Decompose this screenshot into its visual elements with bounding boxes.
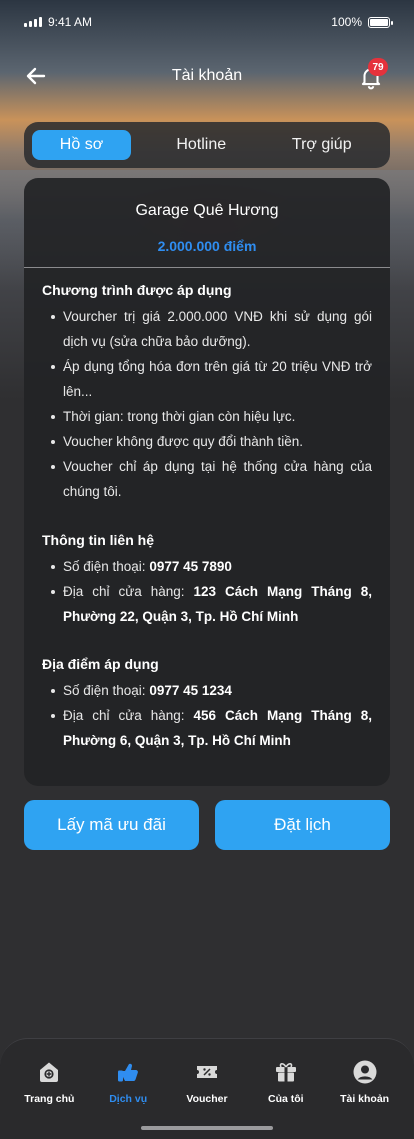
get-voucher-code-button[interactable]: Lấy mã ưu đãi <box>24 800 199 850</box>
battery-icon <box>368 16 393 28</box>
program-item: Thời gian: trong thời gian còn hiệu lực. <box>42 404 372 429</box>
contact-address: Địa chỉ cửa hàng: 123 Cách Mạng Tháng 8,… <box>42 579 372 629</box>
back-arrow-icon[interactable] <box>24 64 48 88</box>
location-title: Địa điểm áp dụng <box>42 656 159 672</box>
location-list: Số điện thoại: 0977 45 1234 Địa chỉ cửa … <box>42 678 372 753</box>
book-appointment-button[interactable]: Đặt lịch <box>215 800 390 850</box>
nav-item-home[interactable]: Trang chủ <box>10 1059 89 1139</box>
card-divider <box>24 267 390 268</box>
contact-title: Thông tin liên hệ <box>42 532 154 548</box>
status-right: 100% <box>331 15 393 29</box>
program-item: Áp dụng tổng hóa đơn trên giá từ 20 triệ… <box>42 354 372 404</box>
app-header: Tài khoản <box>0 56 414 96</box>
program-item: Voucher không được quy đổi thành tiền. <box>42 429 372 454</box>
location-address-label: Địa chỉ cửa hàng: <box>63 708 194 723</box>
location-phone-label: Số điện thoại: <box>63 683 150 698</box>
program-item: Vourcher trị giá 2.000.000 VNĐ khi sử dụ… <box>42 304 372 354</box>
program-section: Chương trình được áp dụng Vourcher trị g… <box>42 282 372 504</box>
voucher-detail-card: Garage Quê Hương 2.000.000 điểm Chương t… <box>24 178 390 786</box>
garage-name: Garage Quê Hương <box>135 202 279 219</box>
contact-list: Số điện thoại: 0977 45 7890 Địa chỉ cửa … <box>42 554 372 629</box>
contact-section: Thông tin liên hệ Số điện thoại: 0977 45… <box>42 532 372 629</box>
nav-label-service: Dịch vụ <box>109 1093 148 1105</box>
status-time: 9:41 AM <box>48 15 93 29</box>
location-section: Địa điểm áp dụng Số điện thoại: 0977 45 … <box>42 656 372 753</box>
location-phone: Số điện thoại: 0977 45 1234 <box>42 678 372 703</box>
tab-bar: Hồ sơ Hotline Trợ giúp <box>24 122 390 168</box>
page-title: Tài khoản <box>171 67 243 84</box>
contact-phone: Số điện thoại: 0977 45 7890 <box>42 554 372 579</box>
status-bar: 9:41 AM 100% <box>0 0 414 44</box>
program-item: Voucher chỉ áp dụng tại hệ thống cửa hàn… <box>42 454 372 504</box>
home-icon <box>40 1062 59 1082</box>
nav-item-account[interactable]: Tài khoản <box>325 1059 404 1139</box>
voucher-icon <box>196 1066 217 1078</box>
contact-address-label: Địa chỉ cửa hàng: <box>63 584 194 599</box>
status-left: 9:41 AM <box>24 15 92 29</box>
home-indicator <box>141 1126 273 1130</box>
program-title: Chương trình được áp dụng <box>42 282 232 298</box>
account-icon <box>353 1060 377 1084</box>
nav-label-mine: Của tôi <box>267 1093 304 1105</box>
tab-help[interactable]: Trợ giúp <box>262 130 383 160</box>
program-list: Vourcher trị giá 2.000.000 VNĐ khi sử dụ… <box>42 304 372 504</box>
tab-hotline[interactable]: Hotline <box>141 130 262 160</box>
service-icon <box>118 1063 139 1082</box>
location-address: Địa chỉ cửa hàng: 456 Cách Mạng Tháng 8,… <box>42 703 372 753</box>
nav-label-voucher: Voucher <box>186 1093 228 1105</box>
contact-phone-label: Số điện thoại: <box>63 559 150 574</box>
notification-badge: 79 <box>368 58 388 76</box>
bottom-nav: Trang chủ Dịch vụ Voucher Của tôi Tài kh… <box>0 1038 414 1139</box>
gift-icon <box>275 1063 296 1082</box>
contact-phone-value[interactable]: 0977 45 7890 <box>149 559 232 574</box>
location-phone-value[interactable]: 0977 45 1234 <box>149 683 232 698</box>
battery-percent: 100% <box>331 15 362 29</box>
tab-profile[interactable]: Hồ sơ <box>32 130 131 160</box>
nav-label-account: Tài khoản <box>340 1093 390 1105</box>
points-value: 2.000.000 điểm <box>157 238 257 254</box>
signal-icon <box>24 17 42 27</box>
nav-label-home: Trang chủ <box>24 1093 75 1105</box>
